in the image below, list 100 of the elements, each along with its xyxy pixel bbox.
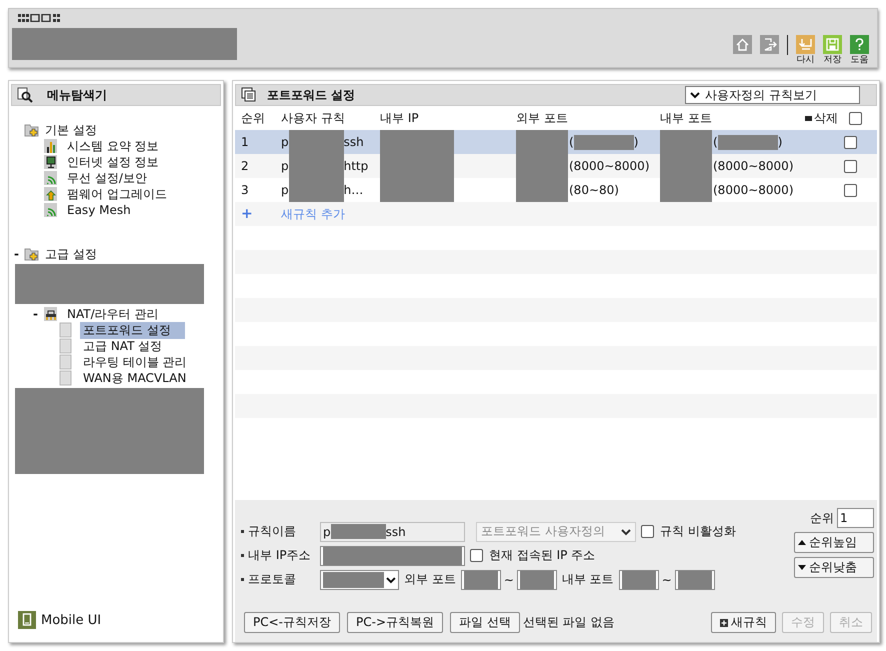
rank-button[interactable]: 순위낮춤 [794, 557, 874, 578]
add-icon[interactable]: + [241, 206, 253, 222]
floppy-disk-icon[interactable] [823, 35, 842, 54]
table-cell: http [344, 159, 368, 173]
table-cell: ) [778, 135, 782, 149]
tree-item[interactable]: 시스템 요약 정보 [64, 138, 162, 154]
tree-item[interactable]: NAT/라우터 관리 [64, 306, 162, 322]
home-icon[interactable] [733, 35, 752, 54]
tree-item[interactable]: WAN용 MACVLAN [80, 370, 185, 386]
chevron-down-icon [621, 528, 631, 536]
router-icon [43, 306, 58, 322]
minus-icon [805, 116, 812, 120]
tree-item[interactable]: 인터넷 설정 정보 [64, 154, 162, 170]
redaction-block [516, 178, 568, 202]
table-cell: ( [713, 135, 718, 149]
port-field[interactable] [460, 570, 501, 590]
mobile-phone-icon[interactable] [18, 611, 36, 629]
search-icon [17, 87, 33, 103]
redaction-block [622, 570, 656, 588]
panel-title: 포트포워드 설정 [267, 86, 356, 104]
table-cell: h… [344, 183, 364, 197]
rank-field[interactable]: 1 [837, 508, 874, 528]
tree-item[interactable]: 기본 설정 [42, 122, 100, 138]
help-icon[interactable] [850, 35, 869, 54]
column-header: 내부 IP [380, 110, 419, 126]
row-checkbox[interactable] [844, 136, 857, 148]
column-header: 사용자 규칙 [281, 110, 345, 126]
chevron-down-icon [386, 576, 396, 584]
redaction-block [574, 134, 634, 150]
checkbox[interactable] [641, 525, 654, 538]
button[interactable]: PC->규칙복원 [347, 612, 443, 633]
table-cell: p [281, 183, 289, 197]
redaction-block [718, 134, 778, 150]
table-cell: ( [569, 135, 574, 149]
redaction-block [288, 178, 344, 202]
page-icon [59, 338, 74, 354]
rule-name-field[interactable]: p ssh [320, 522, 465, 542]
tree-item[interactable]: 포트포워드 설정 [80, 322, 185, 338]
table-row[interactable]: 3 p h… (80~80) (8000~8000) [235, 178, 877, 202]
triangle-down-icon [798, 565, 806, 570]
button[interactable]: 새규칙 [711, 612, 776, 633]
table-row[interactable]: 1 p ssh ( ) ( ) [235, 130, 877, 154]
collapse-toggle[interactable]: - [33, 307, 38, 321]
port-field[interactable] [618, 570, 659, 590]
field-label: 외부 포트 [404, 571, 456, 588]
table-cell: p [281, 135, 289, 149]
row-checkbox[interactable] [844, 160, 857, 172]
toolbar-label: 저장 [824, 55, 842, 65]
redaction-block [288, 130, 344, 154]
folder-icon [24, 246, 39, 262]
plus-icon [720, 618, 728, 626]
wifi-icon [43, 202, 58, 218]
page-icon [59, 354, 74, 370]
tree-item[interactable]: 무선 설정/보안 [64, 170, 150, 186]
range-separator: ~ [504, 572, 514, 586]
tree-item[interactable]: 라우팅 테이블 관리 [80, 354, 185, 370]
exit-icon[interactable] [760, 35, 779, 54]
logo-icon [18, 14, 60, 22]
table-cell: ssh [344, 135, 364, 149]
table-cell: 1 [241, 135, 249, 149]
checkbox-label: 규칙 비활성화 [660, 523, 736, 540]
collapse-toggle[interactable]: - [14, 247, 19, 261]
table-row[interactable]: 2 p http (8000~8000) (8000~8000) [235, 154, 877, 178]
view-select[interactable]: 사용자정의 규칙보기 [685, 86, 860, 104]
button[interactable]: 파일 선택 [450, 612, 520, 633]
column-header: 외부 포트 [516, 110, 568, 126]
checkbox[interactable] [470, 549, 483, 562]
tree-item[interactable]: 고급 설정 [42, 246, 100, 262]
page-icon [59, 370, 74, 386]
redaction-block [464, 570, 498, 588]
bar-chart-icon [43, 138, 58, 154]
field-value: ssh [386, 524, 406, 538]
folder-icon [24, 122, 39, 138]
rank-button[interactable]: 순위높임 [794, 532, 874, 553]
panel-title: 메뉴탐색기 [47, 86, 107, 104]
row-checkbox[interactable] [844, 184, 857, 196]
tree-item[interactable]: 고급 NAT 설정 [80, 338, 185, 354]
field-label: 내부 IP주소 [248, 547, 311, 564]
upload-icon [43, 186, 58, 202]
monitor-icon [43, 154, 58, 170]
select-all-checkbox[interactable] [849, 112, 862, 124]
undo-icon[interactable] [796, 35, 815, 54]
table-cell: 2 [241, 159, 249, 173]
range-separator: ~ [662, 572, 672, 586]
redaction-block [678, 570, 712, 588]
redaction-block [323, 572, 384, 588]
tree-item[interactable]: Easy Mesh [64, 203, 134, 217]
button[interactable]: PC<-규칙저장 [244, 612, 340, 633]
mobile-ui-link[interactable]: Mobile UI [41, 612, 102, 628]
redaction-block [660, 178, 712, 202]
triangle-up-icon [798, 540, 806, 545]
toolbar-label: 다시 [796, 55, 814, 65]
port-field[interactable] [674, 570, 715, 590]
tree-item[interactable]: 펌웨어 업그레이드 [64, 186, 170, 202]
column-header: 순위 [241, 110, 265, 126]
table-cell: (8000~8000) [569, 159, 650, 173]
protocol-select[interactable] [320, 570, 399, 590]
field-value: p [323, 524, 331, 538]
document-icon [241, 87, 257, 103]
port-field[interactable] [516, 570, 557, 590]
